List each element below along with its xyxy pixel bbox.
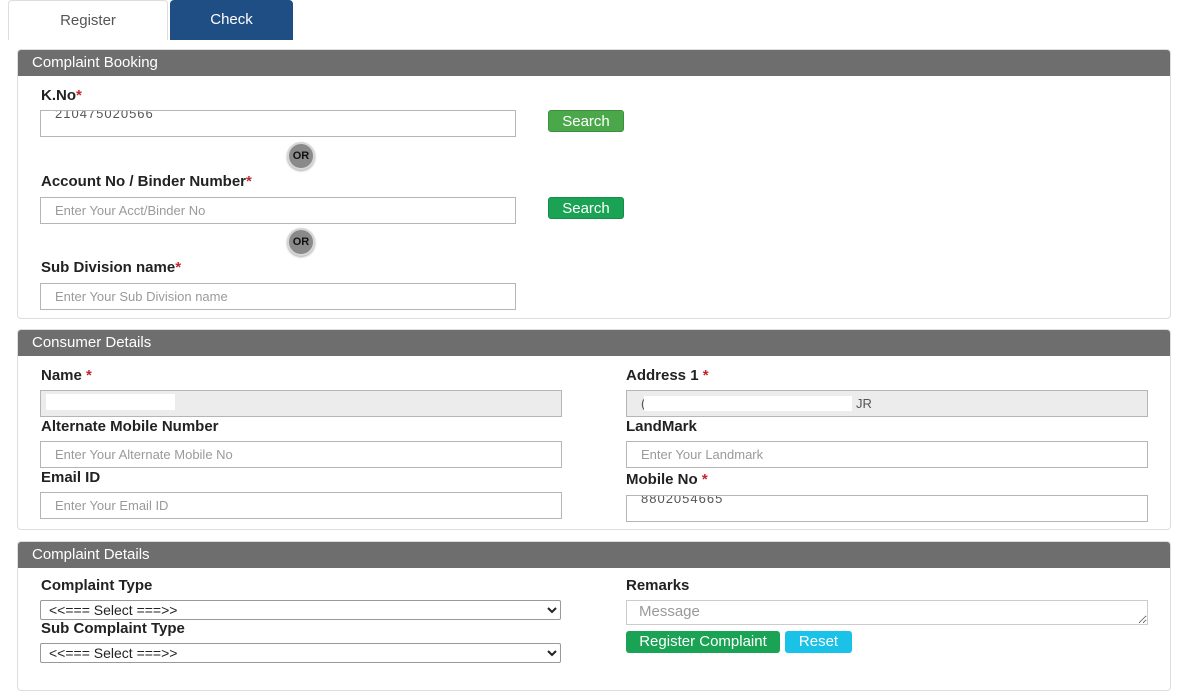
- mobile-value: 8802054665: [641, 495, 724, 506]
- complaint-type-label: Complaint Type: [41, 577, 153, 594]
- kno-label: K.No*: [41, 87, 82, 104]
- mobile-label-text: Mobile No: [626, 471, 698, 488]
- landmark-input[interactable]: [626, 441, 1148, 468]
- subdivision-input[interactable]: [40, 283, 516, 310]
- name-input[interactable]: [40, 390, 562, 417]
- alt-mobile-label: Alternate Mobile Number: [41, 418, 219, 435]
- kno-label-text: K.No: [41, 87, 76, 104]
- email-label: Email ID: [41, 469, 101, 486]
- account-binder-input[interactable]: [40, 197, 516, 224]
- required-mark: *: [86, 367, 92, 384]
- account-label-text: Account No / Binder Number: [41, 173, 247, 190]
- address1-input[interactable]: ( JR: [626, 390, 1148, 417]
- account-label: Account No / Binder Number*: [41, 173, 252, 190]
- complaint-details-header: Complaint Details: [18, 542, 1170, 568]
- required-mark: *: [701, 471, 708, 488]
- account-search-button[interactable]: Search: [548, 197, 624, 219]
- required-mark: *: [175, 259, 182, 276]
- email-input[interactable]: [40, 492, 562, 519]
- kno-input[interactable]: 210475020566: [40, 110, 516, 137]
- address1-value-suffix: JR: [856, 396, 872, 411]
- tab-check-status[interactable]: Check Status: [170, 0, 293, 68]
- reset-button[interactable]: Reset: [785, 631, 852, 653]
- complaint-booking-header: Complaint Booking: [18, 50, 1170, 76]
- subdivision-label: Sub Division name*: [41, 259, 181, 276]
- required-mark: *: [246, 173, 252, 190]
- name-label: Name *: [41, 367, 92, 384]
- sub-complaint-type-select[interactable]: <<=== Select ===>>: [40, 643, 561, 663]
- tab-bar: Register Complaint Check Status: [8, 0, 293, 69]
- complaint-type-select[interactable]: <<=== Select ===>>: [40, 600, 561, 620]
- kno-value: 210475020566: [55, 110, 154, 121]
- or-divider-1: OR: [287, 142, 315, 170]
- required-mark: *: [76, 87, 82, 104]
- subdivision-label-text: Sub Division name: [41, 259, 176, 276]
- address1-label-text: Address 1: [626, 367, 699, 384]
- address1-label: Address 1 *: [626, 367, 709, 384]
- redaction-block: [46, 394, 175, 410]
- register-complaint-button[interactable]: Register Complaint: [626, 631, 780, 653]
- or-divider-2: OR: [287, 228, 315, 256]
- landmark-label: LandMark: [626, 418, 697, 435]
- alt-mobile-input[interactable]: [40, 441, 562, 468]
- tab-register-complaint[interactable]: Register Complaint: [8, 0, 168, 69]
- mobile-input[interactable]: 8802054665: [626, 495, 1148, 522]
- kno-search-button[interactable]: Search: [548, 110, 624, 132]
- mobile-label: Mobile No *: [626, 471, 708, 488]
- name-label-text: Name: [41, 367, 82, 384]
- remarks-textarea[interactable]: [626, 600, 1148, 625]
- consumer-details-header: Consumer Details: [18, 330, 1170, 356]
- remarks-label: Remarks: [626, 577, 690, 594]
- required-mark: *: [702, 367, 709, 384]
- sub-complaint-type-label: Sub Complaint Type: [41, 620, 185, 637]
- redaction-block: [644, 396, 852, 411]
